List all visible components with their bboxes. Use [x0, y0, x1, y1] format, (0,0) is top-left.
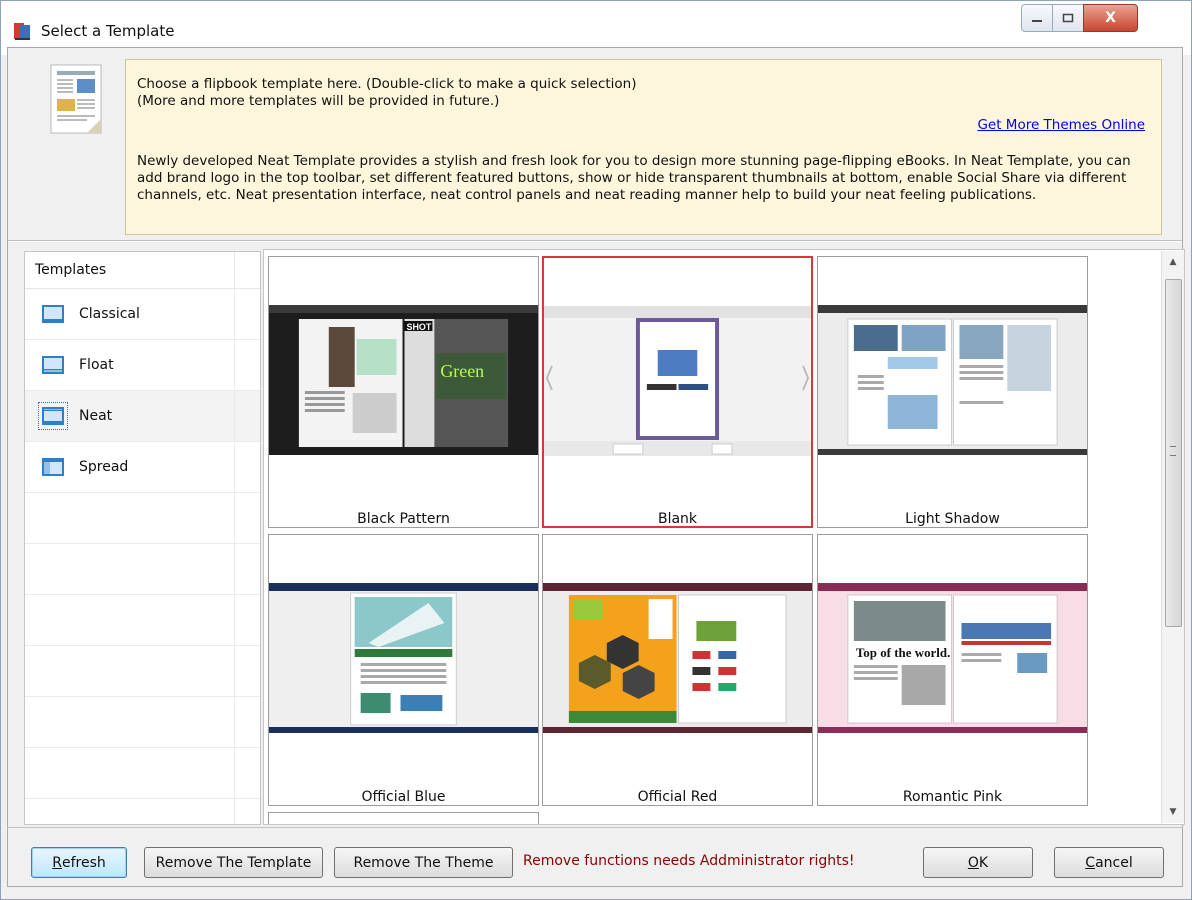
- minimize-icon: [1032, 20, 1042, 22]
- template-item-label: Classical: [79, 306, 140, 322]
- template-item-spread[interactable]: Spread: [25, 442, 260, 493]
- close-button[interactable]: X: [1083, 4, 1138, 32]
- theme-label: Blank: [657, 511, 698, 527]
- info-line-1: Choose a flipbook template here. (Double…: [137, 76, 637, 92]
- empty-row: [25, 748, 260, 799]
- refresh-button[interactable]: Refresh: [31, 847, 127, 878]
- theme-gallery: Green SHOT Black Pattern Blank Light Sha…: [263, 249, 1185, 825]
- close-icon: X: [1105, 10, 1116, 26]
- theme-thumbnail: Top of the world.: [818, 583, 1087, 733]
- svg-text:SHOT: SHOT: [406, 322, 431, 332]
- theme-thumbnail: [818, 305, 1087, 455]
- neat-template-icon: [38, 402, 68, 430]
- button-label: ancel: [1095, 854, 1133, 871]
- button-label: efresh: [61, 854, 106, 871]
- float-template-icon: [42, 356, 64, 374]
- button-label: Remove The Template: [155, 854, 312, 871]
- header-divider: [8, 240, 1182, 242]
- minimize-button[interactable]: [1021, 4, 1053, 32]
- theme-card-official-red[interactable]: Official Red: [542, 534, 813, 806]
- theme-card-partial[interactable]: [268, 812, 539, 824]
- gallery-scrollbar[interactable]: ▲ ▼: [1161, 251, 1184, 823]
- theme-card-romantic-pink[interactable]: Top of the world. Romantic Pink: [817, 534, 1088, 806]
- theme-card-black-pattern[interactable]: Green SHOT Black Pattern: [268, 256, 539, 528]
- theme-label: Official Red: [637, 789, 718, 805]
- template-list: Templates Classical Float Neat Spread: [24, 251, 261, 825]
- template-item-classical[interactable]: Classical: [25, 289, 260, 340]
- theme-card-light-shadow[interactable]: Light Shadow: [817, 256, 1088, 528]
- empty-row: [25, 799, 260, 824]
- scroll-up-icon[interactable]: ▲: [1162, 251, 1184, 273]
- cancel-button[interactable]: Cancel: [1054, 847, 1164, 878]
- template-description: Newly developed Neat Template provides a…: [137, 153, 1131, 203]
- theme-thumbnail: [269, 583, 538, 733]
- ok-button[interactable]: OK: [923, 847, 1033, 878]
- theme-label: Official Blue: [361, 789, 446, 805]
- theme-card-official-blue[interactable]: Official Blue: [268, 534, 539, 806]
- footer-divider: [7, 827, 1183, 828]
- hotkey-letter: C: [1085, 854, 1096, 871]
- theme-thumbnail: [543, 583, 812, 733]
- app-icon: [14, 23, 30, 40]
- spread-template-icon: [42, 458, 64, 476]
- template-list-header: Templates: [25, 252, 260, 289]
- template-item-label: Float: [79, 357, 114, 373]
- svg-text:Green: Green: [440, 361, 484, 381]
- info-line-2: (More and more templates will be provide…: [137, 93, 500, 109]
- theme-thumbnail: Green SHOT: [269, 305, 538, 455]
- get-more-themes-link[interactable]: Get More Themes Online: [977, 117, 1145, 134]
- empty-row: [25, 493, 260, 544]
- button-label: Remove The Theme: [353, 854, 494, 871]
- hotkey-letter: O: [967, 854, 979, 871]
- scroll-down-icon[interactable]: ▼: [1162, 801, 1184, 823]
- hotkey-letter: R: [52, 854, 62, 871]
- template-item-label: Neat: [79, 408, 113, 424]
- template-item-neat[interactable]: Neat: [25, 391, 260, 442]
- template-item-float[interactable]: Float: [25, 340, 260, 391]
- theme-card-blank[interactable]: Blank: [542, 256, 813, 528]
- theme-thumbnail: [544, 306, 811, 456]
- remove-template-button[interactable]: Remove The Template: [144, 847, 323, 878]
- maximize-button[interactable]: [1052, 4, 1084, 32]
- maximize-icon: [1062, 13, 1074, 23]
- theme-label: Black Pattern: [357, 511, 450, 527]
- permission-warning: Remove functions needs Addministrator ri…: [523, 853, 855, 869]
- empty-row: [25, 595, 260, 646]
- template-item-label: Spread: [79, 459, 129, 475]
- classical-template-icon: [42, 305, 64, 323]
- info-panel: Choose a flipbook template here. (Double…: [125, 59, 1162, 235]
- scrollbar-grip-icon: [1170, 446, 1176, 456]
- button-label: K: [978, 854, 989, 871]
- theme-label: Light Shadow: [905, 511, 1000, 527]
- window-title: Select a Template: [41, 22, 175, 40]
- empty-row: [25, 697, 260, 748]
- empty-row: [25, 544, 260, 595]
- document-icon: [50, 64, 102, 134]
- empty-row: [25, 646, 260, 697]
- scrollbar-thumb[interactable]: [1165, 279, 1182, 627]
- remove-theme-button[interactable]: Remove The Theme: [334, 847, 513, 878]
- dialog-window: Select a Template X Choose a flipbook te…: [0, 0, 1192, 900]
- theme-label: Romantic Pink: [902, 789, 1003, 805]
- svg-text:Top of the world.: Top of the world.: [856, 645, 950, 660]
